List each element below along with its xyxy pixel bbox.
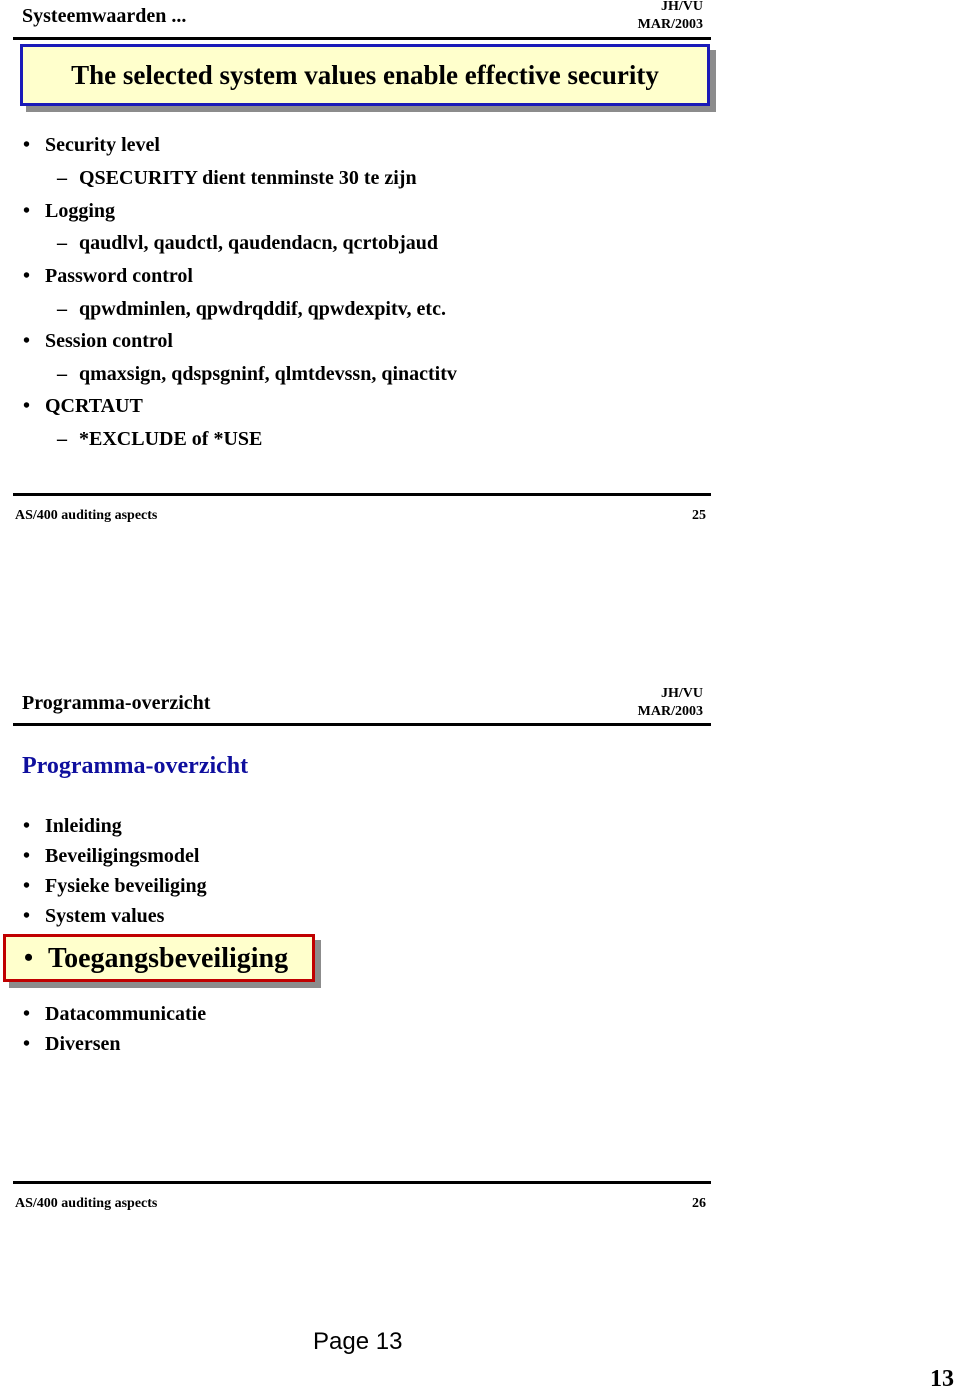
bullet-icon: • [23,1033,31,1055]
slide-meta: JH/VU MAR/2003 [600,0,703,34]
page-label: Page 13 [313,1328,403,1355]
date: MAR/2003 [637,704,703,719]
item-label: Beveiligingsmodel [45,845,200,867]
slide-meta: JH/VU MAR/2003 [600,685,703,721]
header-divider [13,723,711,726]
bullet-icon: • [23,905,31,927]
item-label: Session control [45,330,173,352]
footer-divider [13,493,711,496]
author: JH/VU [661,0,703,14]
sub-item-text: QSECURITY dient tenminste 30 te zijn [79,167,417,189]
bullet-icon: • [23,265,31,287]
section-heading: Programma-overzicht [22,753,249,779]
item-label: Datacommunicatie [45,1003,207,1025]
item-label: Password control [45,265,193,287]
author: JH/VU [661,686,703,701]
bullet-icon: • [23,200,31,222]
item-label: Inleiding [45,815,122,837]
item-label: Security level [45,134,160,156]
bullet-icon: • [23,875,31,897]
dash-icon: – [57,363,67,385]
bullet-icon: • [23,1003,31,1025]
footer-divider [13,1181,711,1184]
bullet-icon: • [23,815,31,837]
sub-item-text: qaudlvl, qaudctl, qaudendacn, qcrtobjaud [79,232,439,254]
bullet-icon: • [23,395,31,417]
header-divider [13,37,711,40]
sub-item-text: qpwdminlen, qpwdrqddif, qpwdexpitv, etc. [79,298,446,320]
bullet-icon: • [23,134,31,156]
sub-item-text: *EXCLUDE of *USE [79,428,263,450]
slide-header-title: Programma-overzicht [22,692,211,714]
page-number: 13 [930,1366,954,1392]
bullet-icon: • [23,845,31,867]
item-label: Fysieke beveiliging [45,875,207,897]
title-box: The selected system values enable effect… [20,44,710,106]
title-box-text: The selected system values enable effect… [71,59,659,90]
highlighted-item-label: Toegangsbeveiliging [48,943,289,974]
sub-item-text: qmaxsign, qdspsgninf, qlmtdevssn, qinact… [79,363,457,385]
slide-header-title: Systeemwaarden ... [22,5,187,27]
bullet-icon: • [24,943,34,972]
slide-number: 25 [692,508,706,523]
bullet-icon: • [23,330,31,352]
dash-icon: – [57,298,67,320]
date: MAR/2003 [637,17,703,32]
footer-title: AS/400 auditing aspects [15,1196,158,1211]
item-label: Logging [45,200,116,222]
dash-icon: – [57,428,67,450]
item-label: Diversen [45,1033,121,1055]
item-label: QCRTAUT [45,395,143,417]
slide-number: 26 [692,1196,706,1211]
item-label: System values [45,905,165,927]
footer-title: AS/400 auditing aspects [15,508,158,523]
dash-icon: – [57,232,67,254]
highlighted-item: • Toegangsbeveiliging [3,934,315,982]
dash-icon: – [57,167,67,189]
